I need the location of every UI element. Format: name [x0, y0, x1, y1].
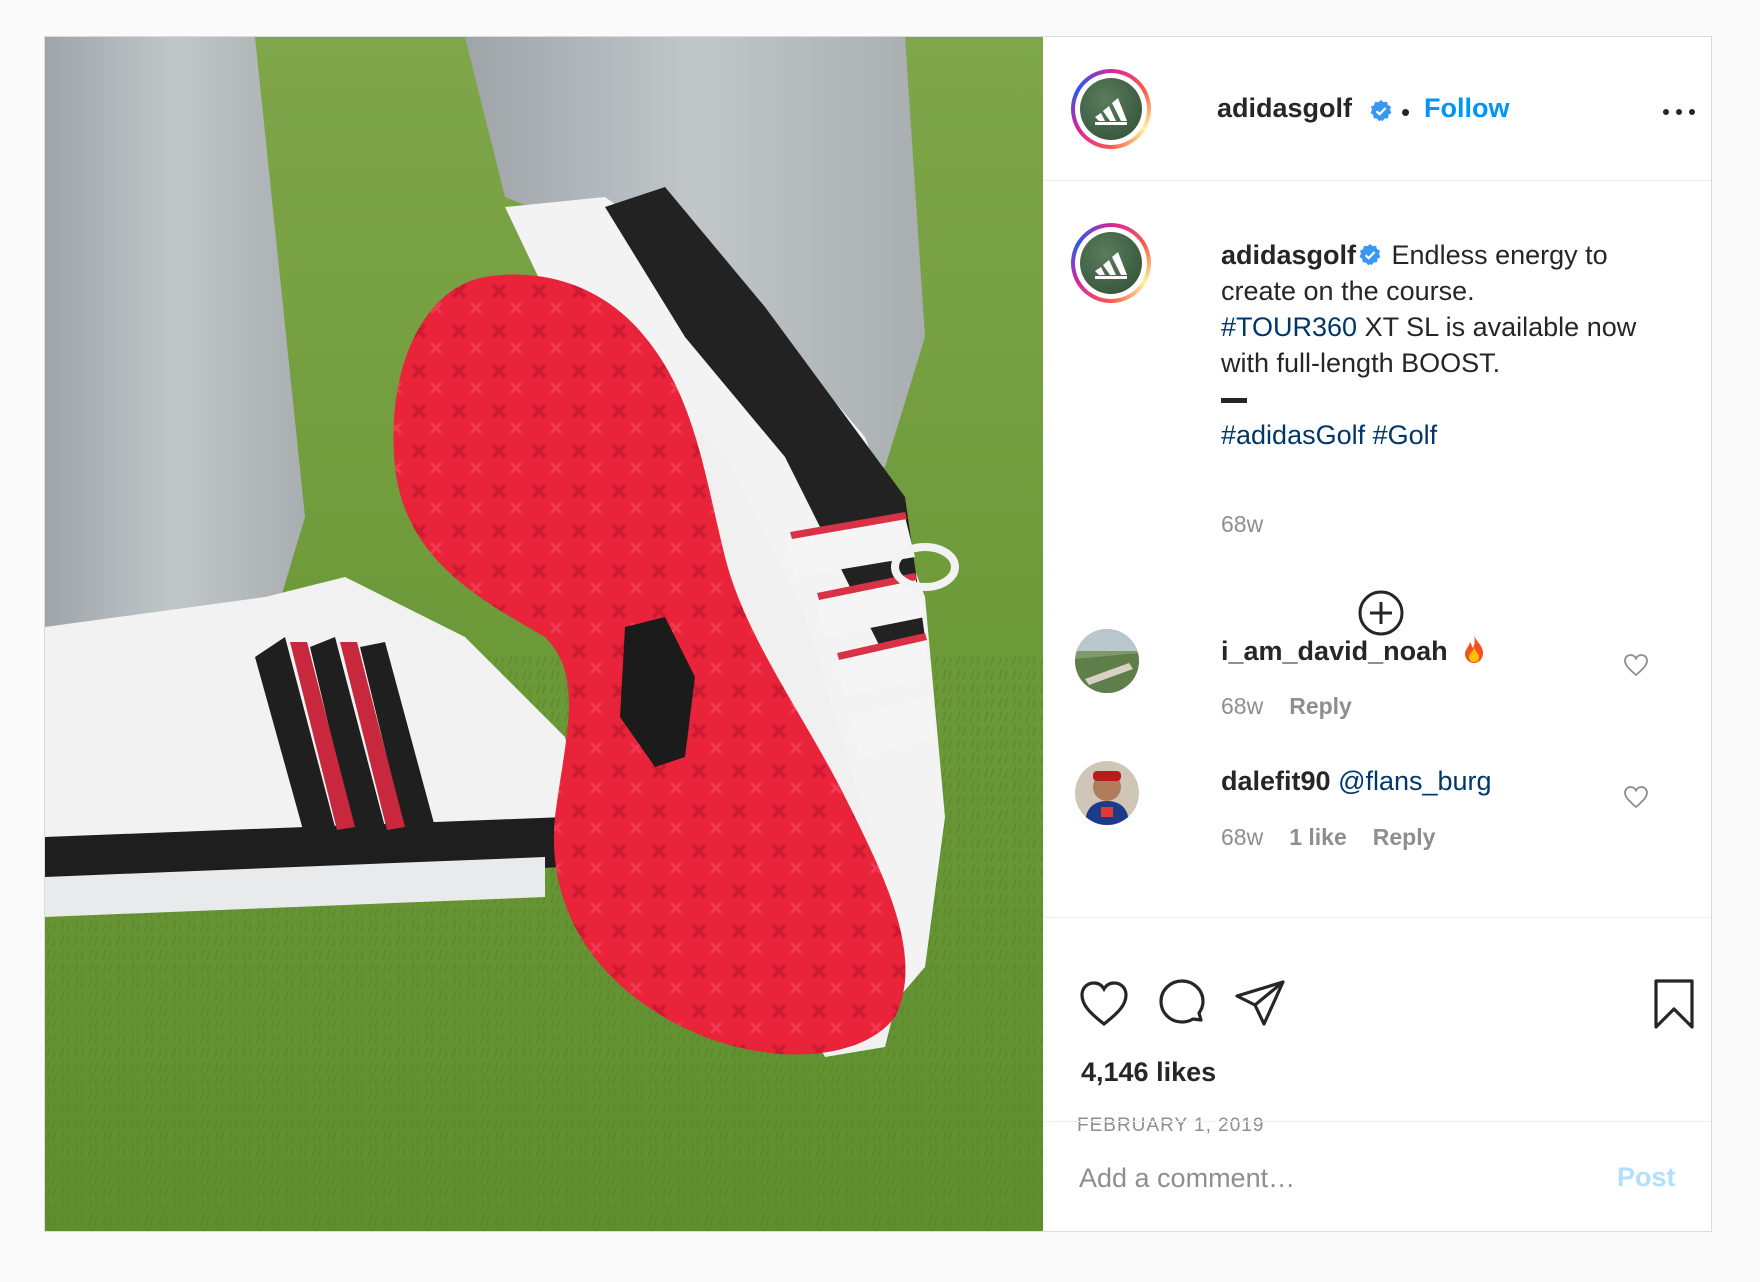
- comment-timestamp: 68w: [1221, 693, 1264, 719]
- comment-like-heart-icon[interactable]: [1623, 653, 1649, 677]
- comment-username[interactable]: dalefit90: [1221, 766, 1331, 796]
- caption-avatar[interactable]: [1071, 223, 1151, 303]
- author-avatar[interactable]: [1071, 69, 1151, 149]
- share-icon[interactable]: [1233, 977, 1287, 1031]
- post-card: adidasgolf • Follow adidasgolf Endless e…: [44, 36, 1712, 1232]
- reply-button[interactable]: Reply: [1289, 693, 1352, 719]
- verified-badge-icon: [1370, 100, 1392, 122]
- bookmark-icon[interactable]: [1647, 977, 1701, 1031]
- author-username[interactable]: adidasgolf: [1217, 93, 1352, 124]
- comment-likes-count[interactable]: 1 like: [1289, 824, 1347, 850]
- post-image[interactable]: [45, 37, 1043, 1231]
- commenter-avatar[interactable]: [1075, 629, 1139, 693]
- verified-badge-icon: [1356, 243, 1384, 267]
- hashtag-link[interactable]: #adidasGolf: [1221, 420, 1365, 450]
- commenter-avatar[interactable]: [1075, 761, 1139, 825]
- comment-meta: 68w Reply: [1221, 693, 1378, 720]
- comment-body: dalefit90 @flans_burg: [1221, 766, 1492, 797]
- mention-link[interactable]: @flans_burg: [1338, 766, 1492, 796]
- post-header: adidasgolf • Follow: [1043, 37, 1711, 181]
- reply-button[interactable]: Reply: [1373, 824, 1436, 850]
- hashtag-link[interactable]: #TOUR360: [1221, 312, 1357, 342]
- adidas-logo-icon: [1080, 78, 1142, 140]
- separator-dot: •: [1401, 97, 1411, 127]
- add-comment-bar: Post: [1043, 1121, 1711, 1229]
- comment-like-heart-icon[interactable]: [1623, 785, 1649, 809]
- comment-body: i_am_david_noah: [1221, 634, 1487, 667]
- likes-count[interactable]: 4,146 likes: [1081, 1057, 1216, 1088]
- follow-button[interactable]: Follow: [1424, 93, 1509, 124]
- hashtag-link[interactable]: #Golf: [1373, 420, 1438, 450]
- post-details-panel: adidasgolf • Follow adidasgolf Endless e…: [1043, 37, 1711, 1231]
- caption-dash: [1221, 398, 1247, 404]
- heart-icon[interactable]: [1077, 977, 1131, 1031]
- caption-timestamp: 68w: [1221, 511, 1264, 537]
- caption-username[interactable]: adidasgolf: [1221, 240, 1356, 270]
- comment-meta: 68w 1 like Reply: [1221, 824, 1461, 851]
- comment-timestamp: 68w: [1221, 824, 1264, 850]
- post-caption: adidasgolf Endless energy to create on t…: [1221, 237, 1681, 453]
- more-options-icon[interactable]: [1661, 99, 1697, 123]
- load-more-comments-icon[interactable]: [1357, 589, 1405, 637]
- comment-username[interactable]: i_am_david_noah: [1221, 636, 1448, 666]
- post-comment-button[interactable]: Post: [1617, 1162, 1676, 1193]
- comment-icon[interactable]: [1155, 977, 1209, 1031]
- adidas-logo-icon: [1080, 232, 1142, 294]
- fire-emoji-icon: [1465, 635, 1484, 663]
- add-comment-input[interactable]: [1077, 1152, 1581, 1204]
- comments-divider: [1043, 917, 1711, 918]
